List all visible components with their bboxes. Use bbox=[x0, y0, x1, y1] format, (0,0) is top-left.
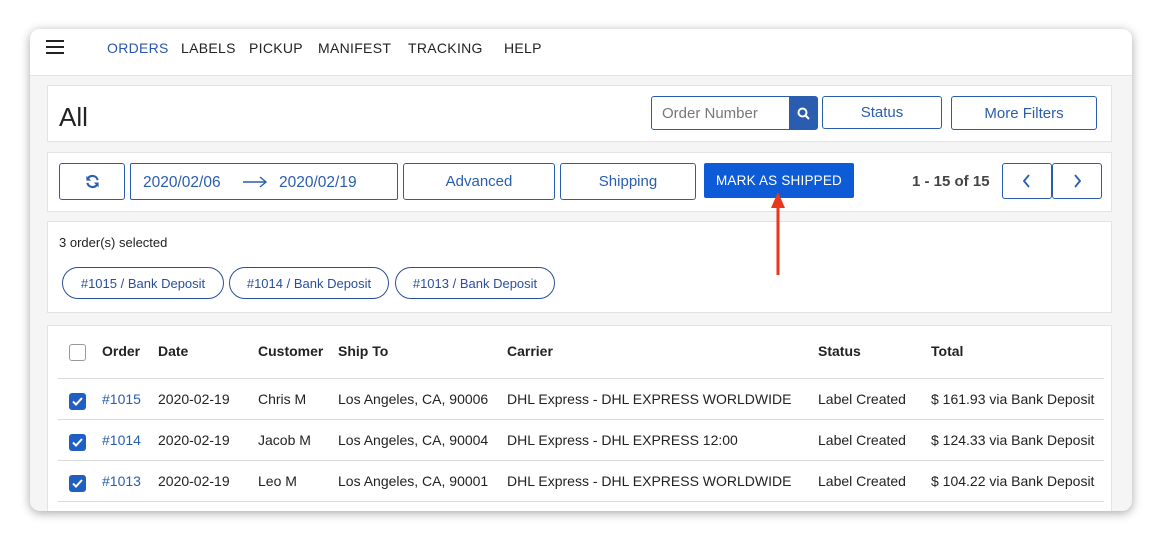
checkmark-icon bbox=[72, 397, 83, 406]
selection-summary: 3 order(s) selected bbox=[59, 235, 168, 250]
chevron-left-icon bbox=[1022, 174, 1030, 188]
customer-name: Jacob M bbox=[258, 432, 311, 448]
selected-order-chip[interactable]: #1013 / Bank Deposit bbox=[395, 267, 555, 299]
date-range-picker[interactable]: 2020/02/06 2020/02/19 bbox=[130, 163, 398, 200]
select-all-checkbox[interactable] bbox=[69, 344, 86, 361]
column-header-total[interactable]: Total bbox=[931, 343, 963, 359]
top-nav: ORDERS LABELS PICKUP MANIFEST TRACKING H… bbox=[30, 29, 1132, 76]
row-divider bbox=[58, 419, 1104, 420]
order-status: Label Created bbox=[818, 473, 906, 489]
shipping-label: Shipping bbox=[598, 173, 658, 190]
column-header-status[interactable]: Status bbox=[818, 343, 861, 359]
nav-tracking[interactable]: TRACKING bbox=[408, 40, 483, 56]
refresh-icon bbox=[85, 174, 99, 189]
row-divider bbox=[58, 460, 1104, 461]
row-divider bbox=[58, 501, 1104, 502]
app-window: ORDERS LABELS PICKUP MANIFEST TRACKING H… bbox=[30, 29, 1132, 511]
order-total: $ 124.33 via Bank Deposit bbox=[931, 432, 1095, 448]
order-link[interactable]: #1014 bbox=[102, 432, 141, 448]
advanced-label: Advanced bbox=[445, 173, 513, 190]
chip-label: #1015 / Bank Deposit bbox=[80, 275, 206, 291]
order-date: 2020-02-19 bbox=[158, 473, 230, 489]
status-filter-button[interactable]: Status bbox=[822, 96, 942, 129]
status-filter-label: Status bbox=[860, 104, 904, 121]
checkmark-icon bbox=[72, 479, 83, 488]
column-header-carrier[interactable]: Carrier bbox=[507, 343, 553, 359]
order-total: $ 161.93 via Bank Deposit bbox=[931, 391, 1095, 407]
nav-help[interactable]: HELP bbox=[504, 40, 542, 56]
arrow-right-icon bbox=[243, 176, 268, 188]
column-header-order[interactable]: Order bbox=[102, 343, 140, 359]
carrier: DHL Express - DHL EXPRESS WORLDWIDE bbox=[507, 391, 792, 407]
order-link[interactable]: #1013 bbox=[102, 473, 141, 489]
column-header-ship-to[interactable]: Ship To bbox=[338, 343, 388, 359]
ship-to: Los Angeles, CA, 90001 bbox=[338, 473, 489, 489]
refresh-button[interactable] bbox=[59, 163, 125, 200]
selection-card: 3 order(s) selected #1015 / Bank Deposit… bbox=[47, 221, 1112, 313]
column-header-date[interactable]: Date bbox=[158, 343, 188, 359]
order-date: 2020-02-19 bbox=[158, 391, 230, 407]
header-divider bbox=[58, 378, 1104, 379]
customer-name: Chris M bbox=[258, 391, 307, 407]
page-title: All bbox=[59, 102, 88, 132]
pagination-text: 1 - 15 of 15 bbox=[912, 173, 990, 190]
mark-as-shipped-label: MARK AS SHIPPED bbox=[715, 173, 843, 188]
ship-to: Los Angeles, CA, 90004 bbox=[338, 432, 489, 448]
search-icon bbox=[797, 107, 810, 120]
column-header-customer[interactable]: Customer bbox=[258, 343, 323, 359]
next-page-button[interactable] bbox=[1052, 163, 1102, 199]
nav-orders[interactable]: ORDERS bbox=[107, 40, 169, 56]
order-total: $ 104.22 via Bank Deposit bbox=[931, 473, 1095, 489]
search-button[interactable] bbox=[789, 97, 817, 129]
advanced-button[interactable]: Advanced bbox=[403, 163, 555, 200]
chip-label: #1014 / Bank Deposit bbox=[246, 275, 372, 291]
chip-label: #1013 / Bank Deposit bbox=[412, 275, 538, 291]
row-checkbox[interactable] bbox=[69, 434, 86, 451]
ship-to: Los Angeles, CA, 90006 bbox=[338, 391, 489, 407]
order-number-input[interactable] bbox=[652, 97, 790, 129]
more-filters-button[interactable]: More Filters bbox=[951, 96, 1097, 130]
more-filters-label: More Filters bbox=[984, 104, 1064, 122]
order-date: 2020-02-19 bbox=[158, 432, 230, 448]
row-checkbox[interactable] bbox=[69, 475, 86, 492]
row-checkbox[interactable] bbox=[69, 393, 86, 410]
nav-pickup[interactable]: PICKUP bbox=[249, 40, 303, 56]
selected-order-chip[interactable]: #1014 / Bank Deposit bbox=[229, 267, 389, 299]
order-search bbox=[651, 96, 818, 130]
header-card: All Status More Filters bbox=[47, 85, 1112, 142]
shipping-button[interactable]: Shipping bbox=[560, 163, 696, 200]
date-from: 2020/02/06 bbox=[143, 174, 221, 191]
order-status: Label Created bbox=[818, 432, 906, 448]
order-link[interactable]: #1015 bbox=[102, 391, 141, 407]
prev-page-button[interactable] bbox=[1002, 163, 1052, 199]
date-to: 2020/02/19 bbox=[279, 174, 357, 191]
checkmark-icon bbox=[72, 438, 83, 447]
selected-order-chip[interactable]: #1015 / Bank Deposit bbox=[62, 267, 224, 299]
carrier: DHL Express - DHL EXPRESS 12:00 bbox=[507, 432, 738, 448]
order-status: Label Created bbox=[818, 391, 906, 407]
chevron-right-icon bbox=[1074, 174, 1082, 188]
customer-name: Leo M bbox=[258, 473, 297, 489]
arrow-up-icon bbox=[771, 192, 785, 275]
nav-manifest[interactable]: MANIFEST bbox=[318, 40, 391, 56]
nav-labels[interactable]: LABELS bbox=[181, 40, 236, 56]
carrier: DHL Express - DHL EXPRESS WORLDWIDE bbox=[507, 473, 792, 489]
toolbar-card: 2020/02/06 2020/02/19 Advanced Shipping … bbox=[47, 152, 1112, 212]
orders-table: Order Date Customer Ship To Carrier Stat… bbox=[47, 325, 1112, 511]
hamburger-icon[interactable] bbox=[46, 40, 66, 54]
